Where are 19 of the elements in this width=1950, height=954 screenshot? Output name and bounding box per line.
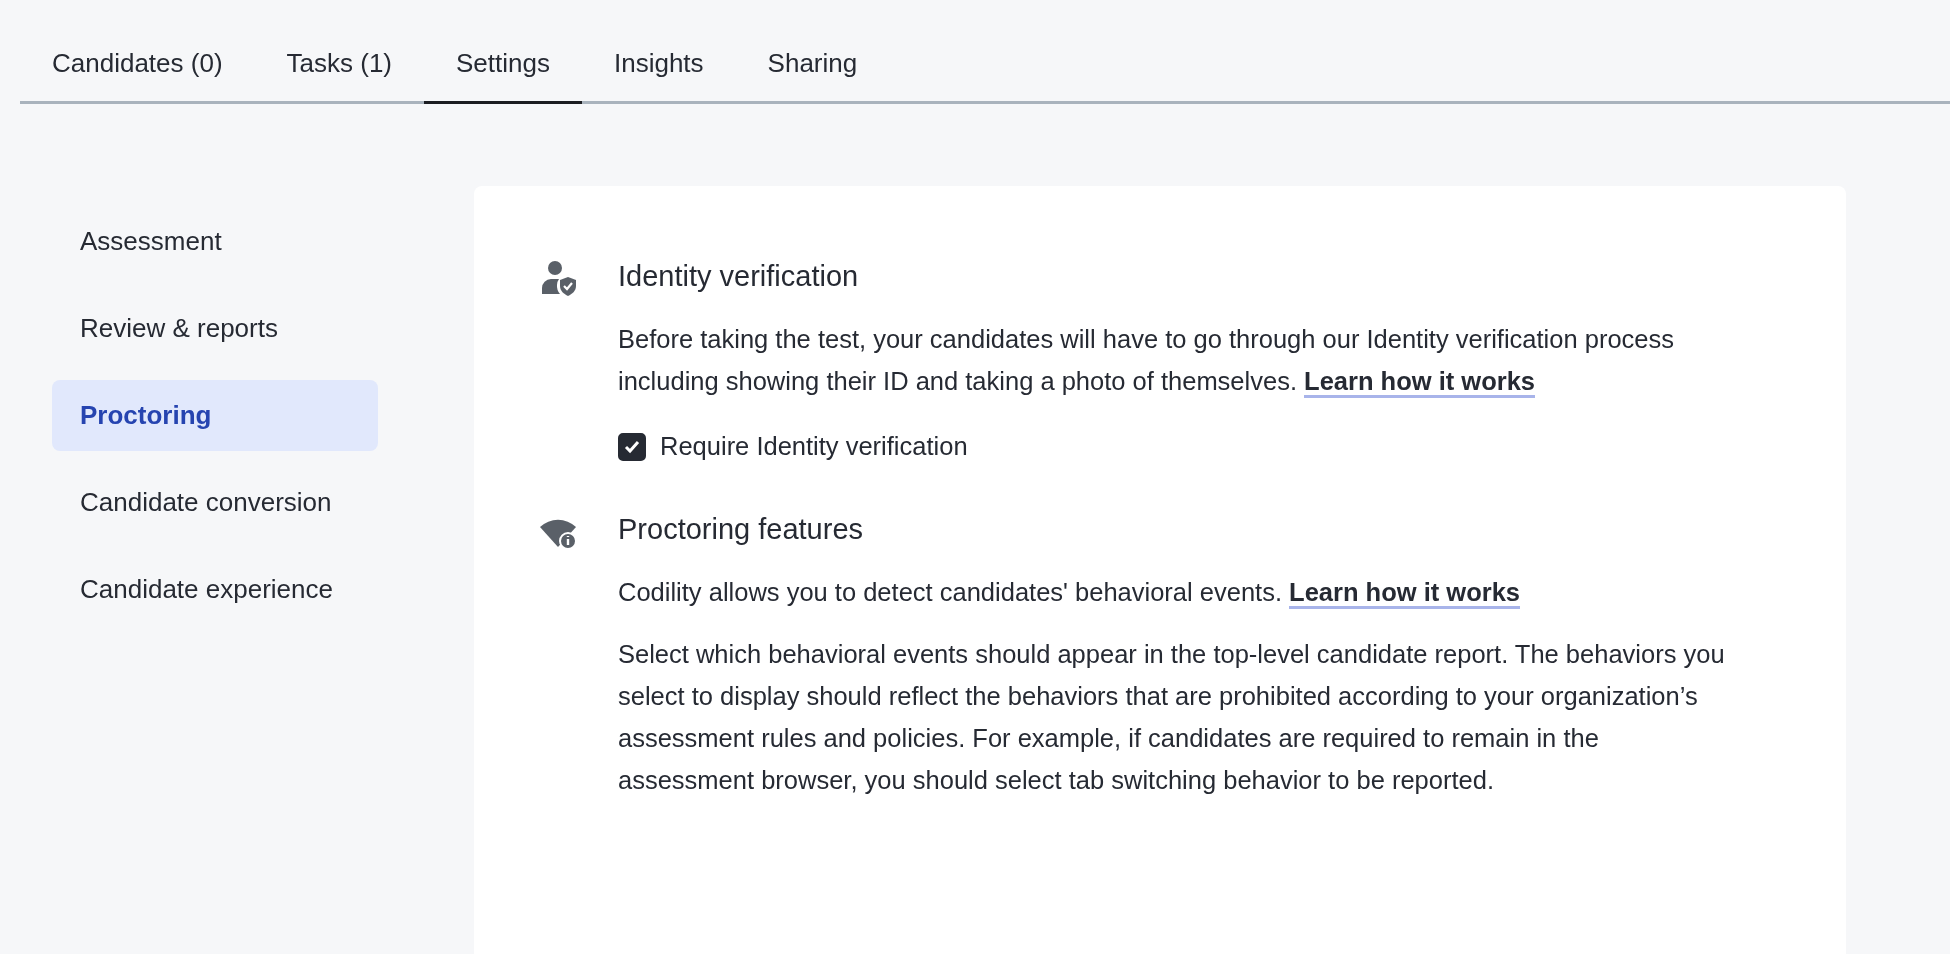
tab[interactable]: Tasks (1) — [254, 40, 424, 104]
sidebar-item[interactable]: Candidate conversion — [52, 467, 378, 538]
sidebar-item[interactable]: Assessment — [52, 206, 378, 277]
section-heading: Proctoring features — [618, 512, 864, 547]
description-paragraph: Codility allows you to detect candidates' behavioral events. Learn how it works — [618, 571, 1728, 613]
tab[interactable]: Candidates (0) — [20, 40, 255, 104]
section-heading: Identity verification — [618, 259, 860, 294]
checkbox-label: Require Identity verification — [660, 432, 968, 461]
checkbox[interactable] — [618, 432, 646, 461]
tab[interactable]: Settings — [424, 40, 582, 104]
sidebar-item[interactable]: Review & reports — [52, 293, 378, 364]
tab[interactable]: Sharing — [735, 40, 890, 104]
learn-link[interactable]: Learn how it works — [1289, 578, 1521, 609]
description-paragraph: Before taking the test, your candidates will have to go through our Identity verification process including showing their ID and taking a photo of themselves. Learn how it works — [618, 318, 1728, 402]
tab[interactable]: Insights — [581, 40, 736, 104]
description-paragraph: Select which behavioral events should appear in the top-level candidate report. The behaviors you select to display should reflect the behaviors that are prohibited according to your organization’s assessment rules and policies. For example, if candidates are required to remain in the assessment browser, you should select tab switching behavior to be reported. — [618, 639, 1726, 796]
sidebar-item[interactable]: Candidate experience — [52, 554, 378, 625]
sidebar-item[interactable]: Proctoring — [52, 380, 378, 451]
learn-link[interactable]: Learn how it works — [1304, 367, 1536, 398]
